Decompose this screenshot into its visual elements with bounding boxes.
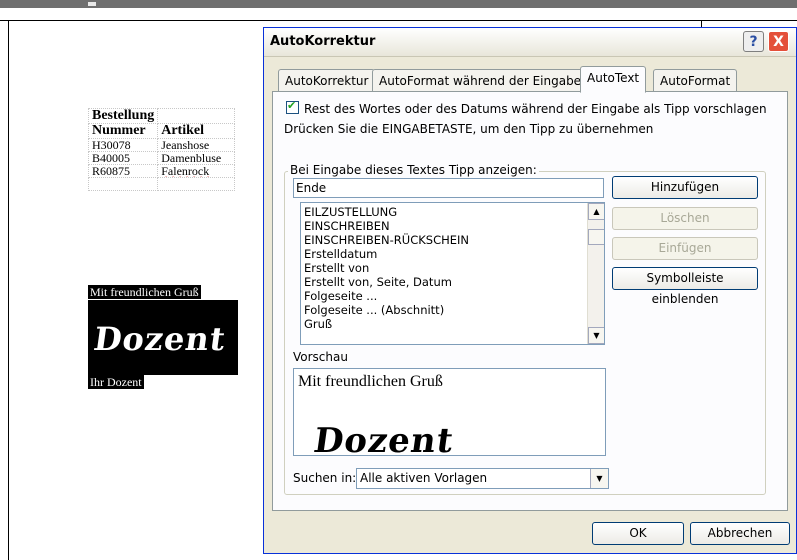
list-item[interactable]: Folgeseite ... (Abschnitt): [304, 304, 444, 317]
signature-text: Dozent: [91, 320, 229, 358]
closing-line: Mit freundlichen Gruß: [88, 285, 201, 299]
order-number: B40005: [87, 151, 159, 165]
autotext-input[interactable]: Ende: [293, 178, 604, 198]
search-in-select[interactable]: Alle aktiven Vorlagen ▼: [356, 468, 609, 489]
close-button[interactable]: X: [768, 31, 789, 52]
signature-block: Dozent: [88, 300, 238, 375]
table-row: H30078 Jeanshose: [87, 138, 236, 152]
enter-hint: Drücken Sie die EINGABETASTE, um den Tip…: [284, 122, 654, 136]
preview-line: Mit freundlichen Gruß: [298, 373, 443, 390]
list-item[interactable]: Gruß: [304, 318, 332, 331]
table-row-empty: [87, 177, 236, 191]
chevron-down-icon[interactable]: ▼: [590, 469, 608, 488]
scroll-thumb[interactable]: [588, 229, 604, 245]
list-item[interactable]: EINSCHREIBEN-RÜCKSCHEIN: [304, 234, 469, 247]
dialog-titlebar[interactable]: AutoKorrektur ? X: [264, 28, 796, 57]
tab-autoformat[interactable]: AutoFormat: [653, 69, 738, 92]
suggest-checkbox-label: Rest des Wortes oder des Datums während …: [304, 102, 767, 116]
suggest-checkbox-row[interactable]: Rest des Wortes oder des Datums während …: [286, 99, 767, 116]
list-scrollbar[interactable]: ▲ ▼: [587, 203, 604, 344]
scroll-down-icon[interactable]: ▼: [588, 327, 604, 344]
suggest-checkbox[interactable]: [286, 99, 299, 114]
search-in-value: Alle aktiven Vorlagen: [360, 471, 488, 485]
list-item[interactable]: EILZUSTELLUNG: [304, 206, 397, 219]
order-article: Damenbluse: [157, 151, 236, 165]
show-toolbar-button[interactable]: Symbolleiste einblenden: [612, 267, 758, 306]
preview-label: Vorschau: [293, 350, 348, 364]
ok-button[interactable]: OK: [592, 522, 684, 545]
top-toolbar-strip: [0, 0, 797, 8]
document-page-edge: [0, 20, 797, 21]
list-item[interactable]: Erstellt von, Seite, Datum: [304, 276, 452, 289]
ruler-marker: [88, 2, 96, 6]
autocorrect-dialog: AutoKorrektur ? X AutoKorrektur AutoForm…: [263, 27, 797, 554]
preview-signature: Dozent: [311, 421, 457, 456]
order-article: Falenrock: [157, 164, 236, 178]
list-item[interactable]: Erstellt von: [304, 262, 369, 275]
help-button[interactable]: ?: [743, 31, 764, 52]
table-title: Bestellung: [87, 108, 159, 124]
list-item[interactable]: EINSCHREIBEN: [304, 220, 390, 233]
tab-autoformat-typing[interactable]: AutoFormat während der Eingabe: [372, 69, 589, 92]
autotext-list[interactable]: EILZUSTELLUNG EINSCHREIBEN EINSCHREIBEN-…: [300, 202, 605, 345]
cancel-button[interactable]: Abbrechen: [690, 522, 790, 545]
column-header-number: Nummer: [87, 123, 159, 139]
signoff-line: Ihr Dozent: [88, 375, 144, 389]
preview-box: Mit freundlichen Gruß Dozent: [293, 368, 606, 456]
order-article: Jeanshose: [157, 138, 236, 152]
add-button[interactable]: Hinzufügen: [612, 176, 758, 199]
document-margin-line: [8, 20, 9, 560]
table-cell-empty: [157, 108, 236, 124]
list-item[interactable]: Folgeseite ...: [304, 290, 377, 303]
table-row: R60875 Falenrock: [87, 164, 236, 178]
table-row: B40005 Damenbluse: [87, 151, 236, 165]
column-header-article: Artikel: [157, 123, 236, 139]
scroll-up-icon[interactable]: ▲: [588, 203, 604, 220]
dialog-title: AutoKorrektur: [270, 34, 376, 49]
tab-autocorrect[interactable]: AutoKorrektur: [278, 69, 376, 92]
list-item[interactable]: Erstelldatum: [304, 248, 377, 261]
order-number: R60875: [87, 164, 159, 178]
order-number: H30078: [87, 138, 159, 152]
order-table: Bestellung Nummer Artikel H30078 Jeansho…: [87, 108, 236, 191]
search-in-label: Suchen in:: [293, 471, 357, 485]
group-label: Bei Eingabe dieses Textes Tipp anzeigen:: [288, 163, 539, 177]
tab-autotext[interactable]: AutoText: [580, 66, 647, 93]
insert-button[interactable]: Einfügen: [612, 237, 758, 260]
delete-button[interactable]: Löschen: [612, 207, 758, 230]
